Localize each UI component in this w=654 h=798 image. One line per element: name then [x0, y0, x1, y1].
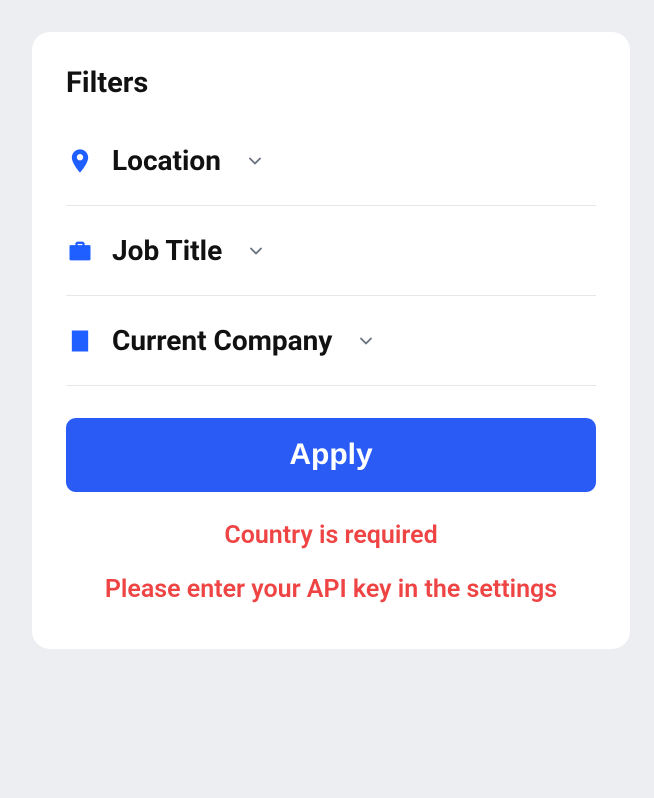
filters-title: Filters: [66, 66, 596, 100]
error-country-required: Country is required: [66, 518, 596, 554]
filter-location[interactable]: Location: [66, 122, 596, 206]
filter-current-company-label: Current Company: [112, 324, 332, 357]
chevron-down-icon: [356, 331, 376, 351]
location-pin-icon: [66, 147, 94, 175]
chevron-down-icon: [245, 151, 265, 171]
filter-job-title-label: Job Title: [112, 234, 222, 267]
building-icon: [66, 327, 94, 355]
filter-current-company[interactable]: Current Company: [66, 296, 596, 386]
apply-button[interactable]: Apply: [66, 418, 596, 492]
briefcase-icon: [66, 237, 94, 265]
filter-location-label: Location: [112, 144, 221, 177]
filters-card: Filters Location Job Title: [32, 32, 630, 649]
filter-job-title[interactable]: Job Title: [66, 206, 596, 296]
error-api-key-missing: Please enter your API key in the setting…: [66, 572, 596, 608]
chevron-down-icon: [246, 241, 266, 261]
